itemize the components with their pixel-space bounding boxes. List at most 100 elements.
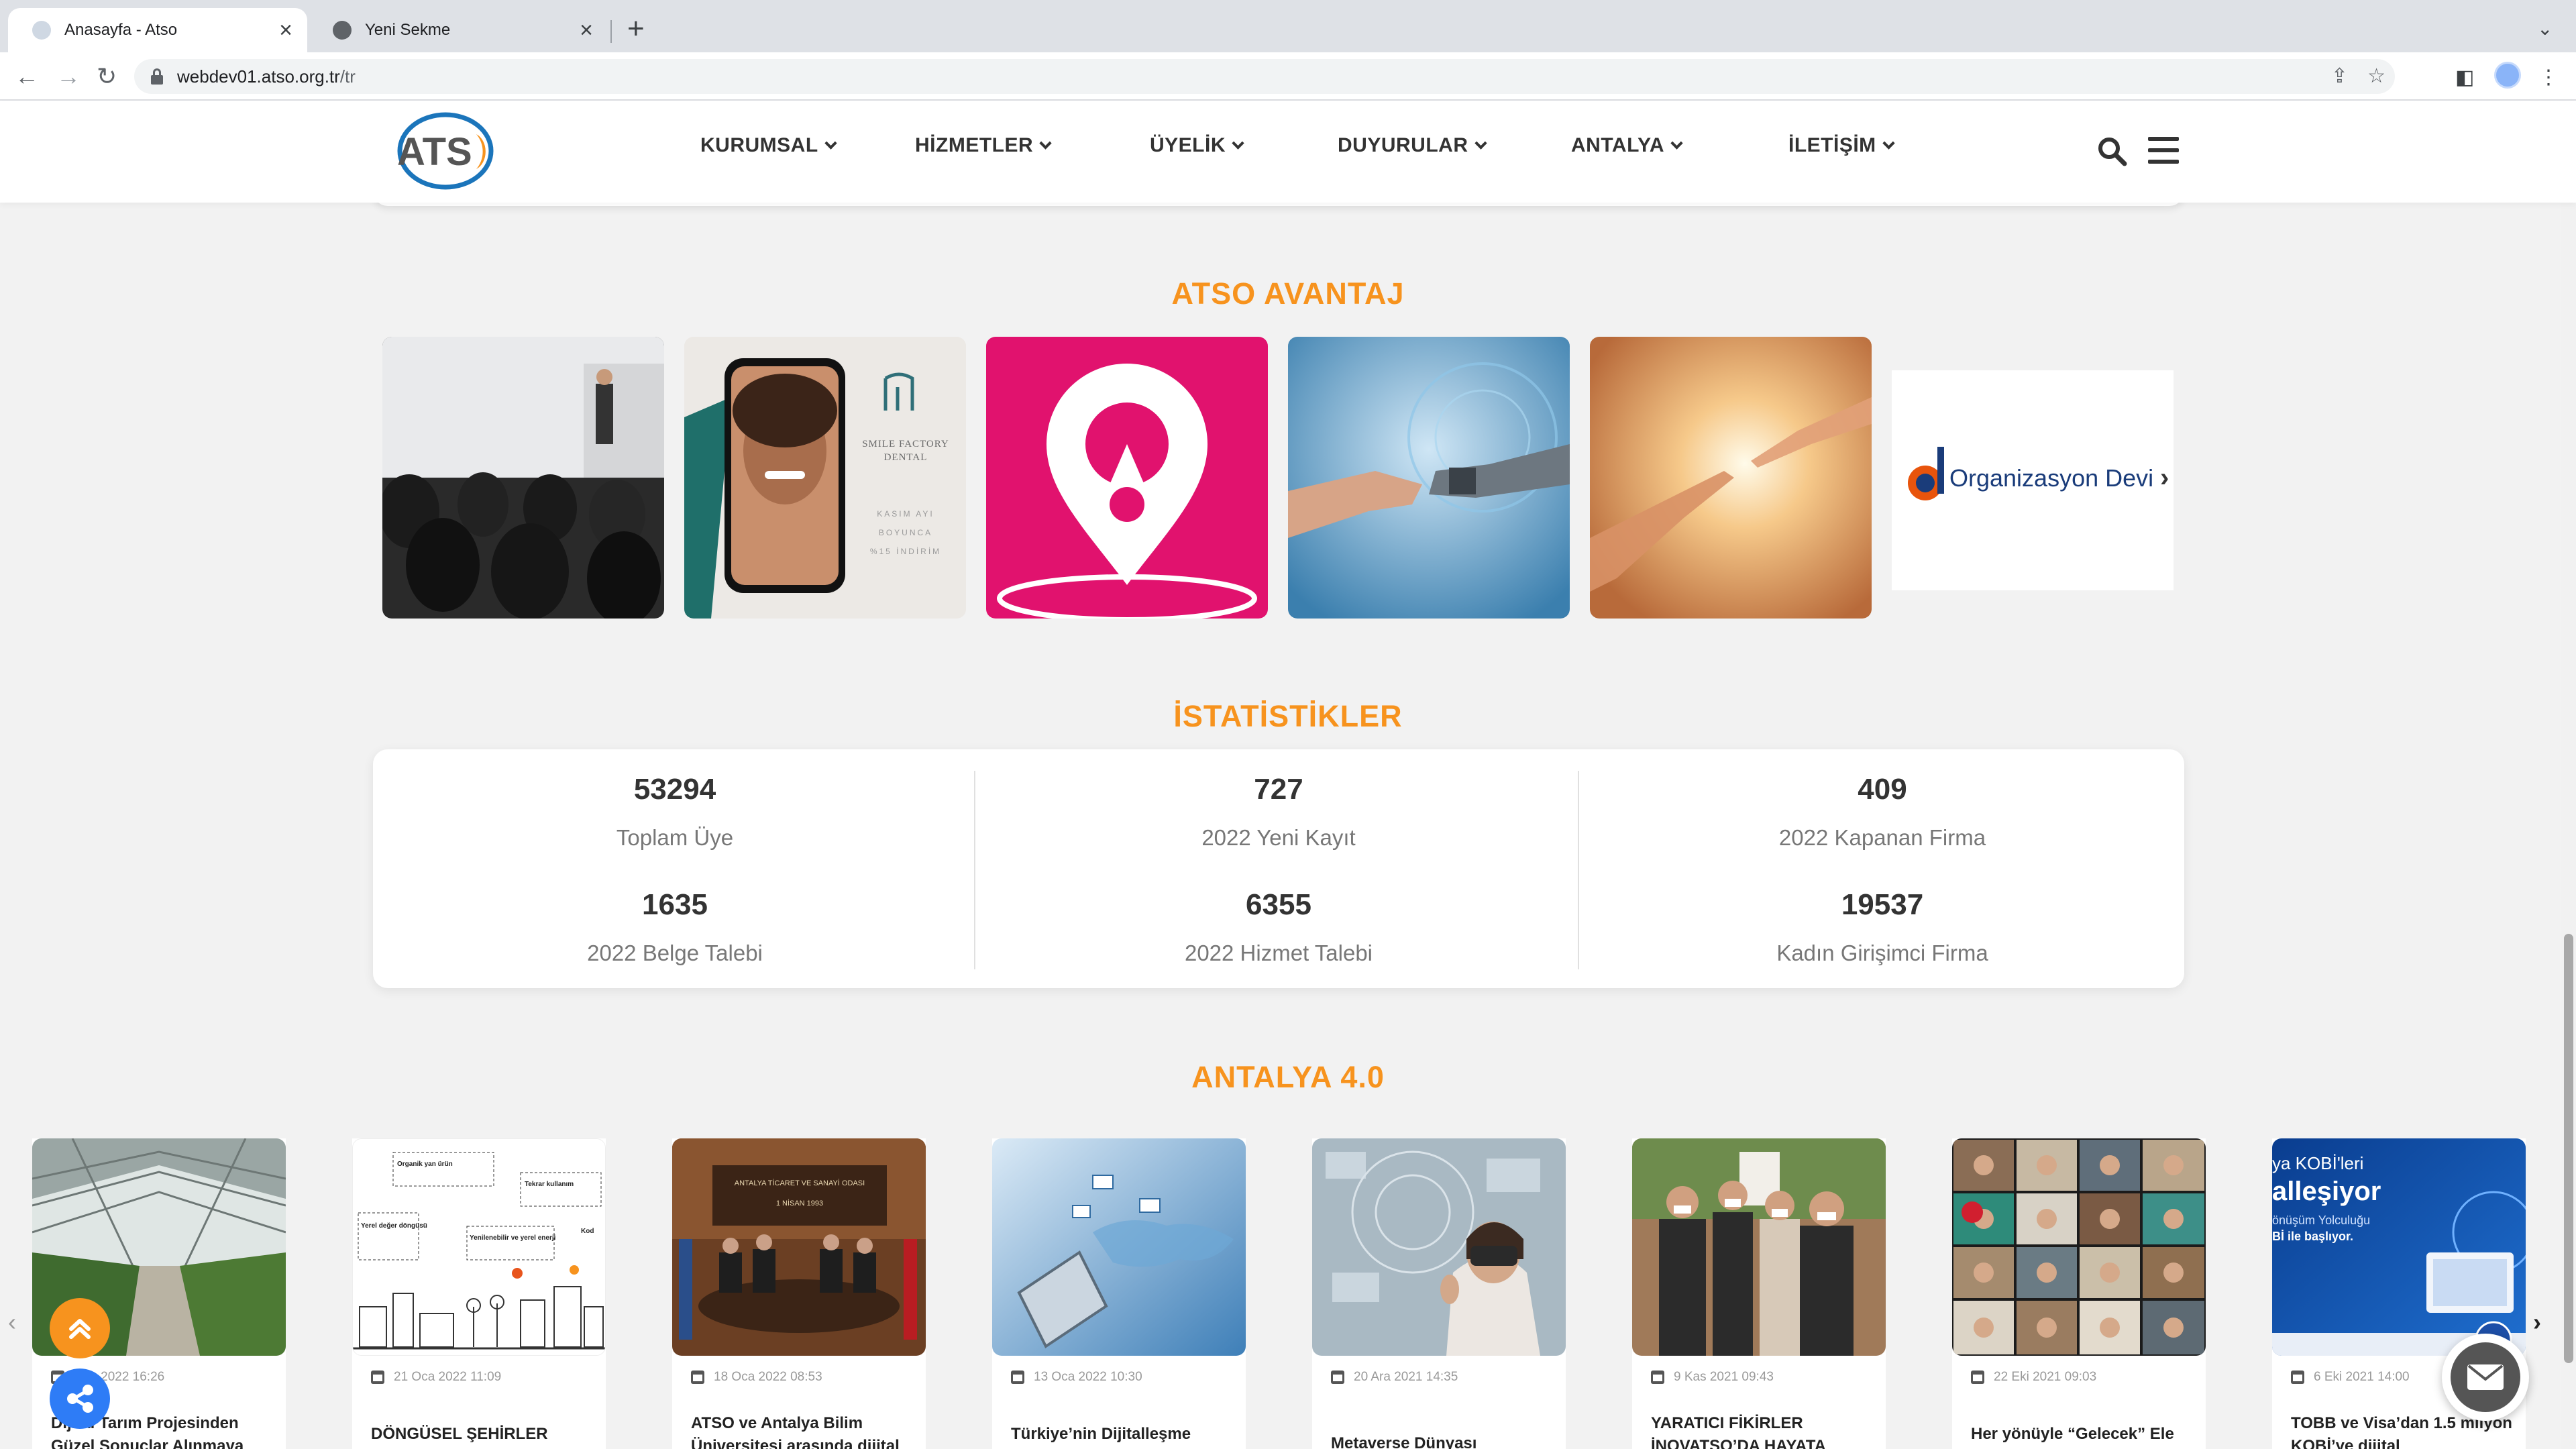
news-date: 6 Eki 2021 14:00 <box>2291 1370 2410 1385</box>
avantaj-tile-robot-handshake[interactable] <box>1288 337 1570 619</box>
lock-icon[interactable] <box>150 68 164 85</box>
nav-duyurular[interactable]: DUYURULAR <box>1338 134 1487 157</box>
calendar-icon <box>1651 1371 1664 1384</box>
news-title[interactable]: Türkiye’nin Dijitalleşme <box>1011 1423 1232 1446</box>
tab-title: Yeni Sekme <box>365 21 451 39</box>
chevron-left-icon[interactable]: ‹ <box>8 1308 16 1336</box>
avantaj-tile-location[interactable] <box>986 337 1268 619</box>
nav-antalya[interactable]: ANTALYA <box>1571 134 1683 157</box>
news-card[interactable]: 9 Kas 2021 09:43 YARATICI FİKİRLER İNOVA… <box>1632 1138 1886 1449</box>
news-title[interactable]: Her yönüyle “Gelecek” Ele <box>1971 1423 2192 1446</box>
news-date: 21 Oca 2022 11:09 <box>371 1370 501 1385</box>
chevron-down-icon <box>1039 136 1052 150</box>
arrow-left-icon[interactable]: ← <box>15 60 39 93</box>
stats-card: 53294 Toplam Üye 727 2022 Yeni Kayıt 409… <box>373 749 2184 988</box>
news-date: 9 Kas 2021 09:43 <box>1651 1370 1774 1385</box>
chevron-right-icon[interactable]: › <box>2533 1308 2541 1336</box>
close-icon[interactable]: × <box>580 19 593 42</box>
chevron-down-icon[interactable]: ⌄ <box>2537 17 2553 40</box>
news-image-circular-diagram: Organik yan ürün Tekrar kullanım Yerel d… <box>352 1138 606 1356</box>
svg-text:Organik yan ürün: Organik yan ürün <box>397 1161 453 1168</box>
news-title[interactable]: DÖNGÜSEL ŞEHİRLER <box>371 1423 592 1446</box>
browser-tab-bar: Anasayfa - Atso × Yeni Sekme × + ⌄ <box>0 0 2576 52</box>
stat-value-toplam-uye: 53294 <box>633 773 716 806</box>
kebab-menu-icon[interactable]: ⋮ <box>2538 66 2559 89</box>
svg-text:alleşiyor: alleşiyor <box>2272 1177 2381 1206</box>
news-title[interactable]: Metaverse Dünyası <box>1331 1432 1552 1449</box>
nav-hizmetler[interactable]: HİZMETLER <box>915 134 1052 157</box>
news-card[interactable]: Organik yan ürün Tekrar kullanım Yerel d… <box>352 1138 606 1449</box>
stat-label-kapanan-firma: 2022 Kapanan Firma <box>1778 825 1986 850</box>
svg-text:Bİ ile başlıyor.: Bİ ile başlıyor. <box>2272 1230 2353 1243</box>
calendar-icon <box>2291 1371 2304 1384</box>
avantaj-tile-smile-factory[interactable]: SMILE FACTORY DENTAL KASIM AYI BOYUNCA %… <box>684 337 966 619</box>
news-image-video-conference <box>1952 1138 2206 1356</box>
close-icon[interactable]: × <box>279 19 292 42</box>
calendar-icon <box>1011 1371 1024 1384</box>
antalya40-title: ANTALYA 4.0 <box>1191 1060 1385 1094</box>
nav-iletisim[interactable]: İLETİŞİM <box>1788 134 1895 157</box>
globe-icon <box>333 21 352 40</box>
news-title[interactable]: ATSO ve Antalya Bilim Üniversitesi arası… <box>691 1412 912 1449</box>
svg-text:Yerel değer döngüsü: Yerel değer döngüsü <box>361 1222 427 1230</box>
tab-anasayfa[interactable]: Anasayfa - Atso × <box>8 8 307 52</box>
news-card[interactable]: 22 Eki 2021 09:03 Her yönüyle “Gelecek” … <box>1952 1138 2206 1449</box>
stat-value-kapanan-firma: 409 <box>1858 773 1907 806</box>
hamburger-menu-icon[interactable] <box>2148 137 2179 164</box>
share-button[interactable] <box>50 1368 110 1429</box>
svg-text:Tekrar kullanım: Tekrar kullanım <box>525 1181 574 1188</box>
page-scrollbar[interactable] <box>2561 102 2576 1449</box>
new-tab-icon[interactable]: + <box>627 12 645 46</box>
avantaj-tile-conference[interactable] <box>382 337 664 619</box>
arrow-right-icon[interactable]: → <box>56 60 80 93</box>
calendar-icon <box>691 1371 704 1384</box>
avantaj-tile-organizasyon[interactable]: Organizasyon Devi <box>1892 370 2174 590</box>
star-icon[interactable]: ☆ <box>2367 64 2385 88</box>
search-icon[interactable] <box>2096 136 2127 166</box>
tab-yeni-sekme[interactable]: Yeni Sekme × <box>309 8 608 52</box>
organizasyon-logo-icon <box>1908 447 1944 500</box>
calendar-icon <box>1331 1371 1344 1384</box>
calendar-icon <box>371 1371 384 1384</box>
news-title[interactable]: YARATICI FİKİRLER İNOVATSO’DA HAYATA <box>1651 1412 1872 1449</box>
organizasyon-text: Organizasyon Devi <box>1949 464 2154 492</box>
contact-mail-button[interactable] <box>2442 1334 2529 1421</box>
news-date: 20 Ara 2021 14:35 <box>1331 1370 1458 1385</box>
stat-label-yeni-kayit: 2022 Yeni Kayıt <box>1201 825 1356 850</box>
news-image-digital-map <box>992 1138 1246 1356</box>
chevron-down-icon <box>1670 136 1683 150</box>
profile-avatar[interactable] <box>2494 62 2521 89</box>
news-card[interactable]: ANTALYA TİCARET VE SANAYİ ODASI 1 NİSAN … <box>672 1138 926 1449</box>
chevron-right-icon[interactable]: › <box>2160 463 2169 493</box>
side-panel-icon[interactable]: ◧ <box>2455 66 2474 89</box>
avantaj-tile-hands-light[interactable] <box>1590 337 1872 619</box>
share-icon <box>67 1385 93 1413</box>
url-text[interactable]: webdev01.atso.org.tr/tr <box>177 66 356 87</box>
chevron-down-icon <box>1474 136 1487 150</box>
stat-value-belge-talebi: 1635 <box>642 888 708 921</box>
news-image-kobi: ya KOBİ'leri alleşiyor önüşüm Yolculuğu … <box>2272 1138 2526 1356</box>
stat-label-kadin-girisimci: Kadın Girişimci Firma <box>1776 941 1988 965</box>
news-card[interactable]: 13 Oca 2022 10:30 Türkiye’nin Dijitalleş… <box>992 1138 1246 1449</box>
nav-kurumsal[interactable]: KURUMSAL <box>700 134 837 157</box>
svg-text:Yenilenebilir ve yerel enerji: Yenilenebilir ve yerel enerji <box>470 1234 556 1242</box>
smile-factory-promo: KASIM AYI BOYUNCA %15 İNDİRİM <box>869 509 942 556</box>
double-chevron-up-icon <box>69 1319 91 1339</box>
reload-icon[interactable]: ↻ <box>97 60 117 93</box>
smile-factory-brand: SMILE FACTORY DENTAL <box>862 439 949 463</box>
news-card[interactable]: 20 Ara 2021 14:35 Metaverse Dünyası <box>1312 1138 1566 1449</box>
news-image-metaverse <box>1312 1138 1566 1356</box>
scrollbar-thumb[interactable] <box>2564 934 2573 1363</box>
calendar-icon <box>1971 1371 1984 1384</box>
share-icon[interactable]: ⇪ <box>2331 64 2348 88</box>
scroll-top-button[interactable] <box>50 1298 110 1358</box>
nav-uyelik[interactable]: ÜYELİK <box>1150 134 1244 157</box>
address-bar[interactable]: webdev01.atso.org.tr/tr ⇪ ☆ <box>134 59 2395 94</box>
avantaj-title: ATSO AVANTAJ <box>1171 276 1405 311</box>
stat-value-yeni-kayit: 727 <box>1254 773 1303 806</box>
atso-favicon-icon <box>32 21 51 40</box>
svg-text:önüşüm Yolculuğu: önüşüm Yolculuğu <box>2272 1214 2370 1227</box>
stat-value-hizmet-talebi: 6355 <box>1246 888 1311 921</box>
news-date: 22 Eki 2021 09:03 <box>1971 1370 2096 1385</box>
svg-text:Kod: Kod <box>581 1228 594 1235</box>
